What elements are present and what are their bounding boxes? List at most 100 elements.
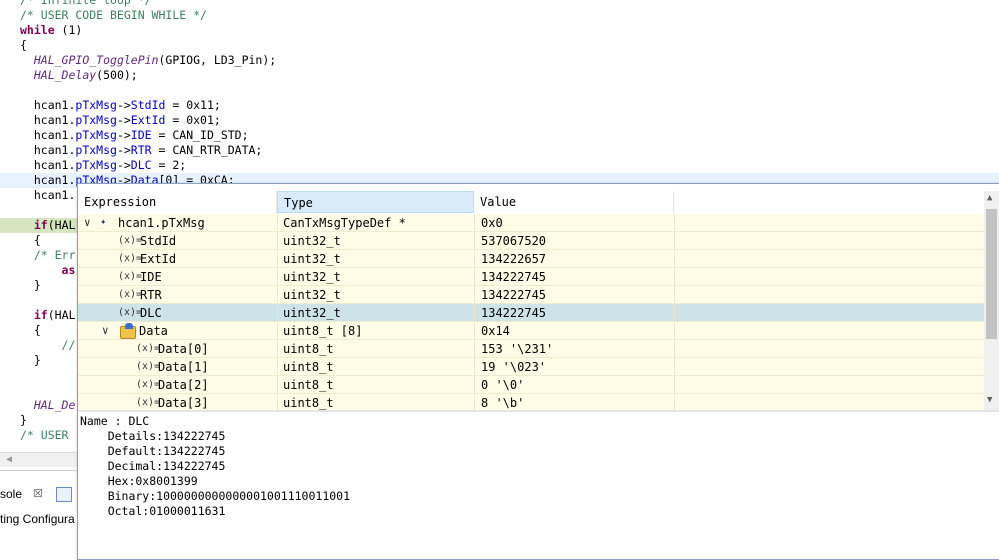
cell-expression: ∨ ➧ hcan1.pTxMsg — [78, 214, 277, 232]
code-line[interactable] — [0, 203, 20, 218]
expression-label: StdId — [140, 234, 177, 248]
code-line[interactable]: /* USER CODE BEGIN WHILE */ — [0, 8, 207, 23]
code-line-text: { — [20, 233, 41, 247]
code-line[interactable]: while (1) — [0, 23, 82, 38]
cell-type: uint8_t [8] — [277, 322, 474, 340]
code-line-text: if(HAL — [33, 218, 76, 232]
code-line[interactable]: /* Infinite loop */ — [0, 0, 152, 8]
tree-row[interactable]: (x)= Data[3] uint8_t 8 '\b' — [78, 394, 984, 410]
variable-icon: (x)= — [118, 235, 143, 246]
cell-type: uint8_t — [277, 394, 474, 410]
column-header-expression[interactable]: Expression — [78, 191, 277, 213]
variable-icon: (x)= — [118, 271, 143, 282]
code-line[interactable]: hcan1. — [0, 188, 76, 203]
expression-label: Data[1] — [158, 360, 209, 374]
tree-row[interactable]: (x)= Data[1] uint8_t 19 '\023' — [78, 358, 984, 376]
scrollbar-thumb[interactable] — [986, 209, 997, 339]
tree-row[interactable]: ∨ ➧ hcan1.pTxMsg CanTxMsgTypeDef * 0x0 — [78, 214, 984, 232]
cell-empty — [674, 304, 984, 322]
cell-expression: (x)= IDE — [78, 268, 277, 286]
cell-value[interactable]: 0x0 — [474, 214, 674, 232]
cell-value[interactable]: 134222657 — [474, 250, 674, 268]
code-line[interactable] — [0, 83, 20, 98]
cell-value[interactable]: 134222745 — [474, 268, 674, 286]
variable-icon: (x)= — [136, 397, 161, 408]
cell-value[interactable]: 134222745 — [474, 286, 674, 304]
cell-value[interactable]: 0 '\0' — [474, 376, 674, 394]
code-line[interactable]: hcan1.pTxMsg->RTR = CAN_RTR_DATA; — [0, 143, 263, 158]
chevron-down-icon[interactable]: ∨ — [84, 214, 91, 232]
popup-vertical-scrollbar[interactable]: ▲ ▼ — [984, 191, 999, 410]
code-line[interactable]: if(HAL — [0, 308, 76, 323]
code-line-text: /* Err — [20, 248, 76, 262]
variable-icon: (x)= — [118, 289, 143, 300]
tree-row[interactable]: (x)= StdId uint32_t 537067520 — [78, 232, 984, 250]
problems-view-icon[interactable] — [56, 487, 72, 502]
details-pane[interactable]: Name : DLC Details:134222745 Default:134… — [80, 414, 980, 554]
column-header-type[interactable]: Type — [277, 191, 474, 213]
code-line-text: as — [61, 263, 76, 277]
code-line[interactable]: HAL_De — [0, 398, 76, 413]
cell-empty — [674, 340, 984, 358]
code-line-text: hcan1.pTxMsg->StdId = 0x11; — [20, 98, 221, 112]
tree-row[interactable]: (x)= ExtId uint32_t 134222657 — [78, 250, 984, 268]
column-header-value[interactable]: Value — [474, 191, 674, 213]
details-divider[interactable] — [78, 410, 999, 412]
scroll-down-icon[interactable]: ▼ — [987, 395, 992, 405]
code-line[interactable] — [0, 293, 20, 308]
tree-row[interactable]: (x)= Data[2] uint8_t 0 '\0' — [78, 376, 984, 394]
tree-row[interactable]: (x)= IDE uint32_t 134222745 — [78, 268, 984, 286]
tree-row[interactable]: (x)= RTR uint32_t 134222745 — [78, 286, 984, 304]
cell-expression: (x)= ExtId — [78, 250, 277, 268]
code-line[interactable]: HAL_Delay(500); — [0, 68, 138, 83]
tab-console[interactable]: sole — [0, 487, 22, 505]
tree-row[interactable]: ∨ Data uint8_t [8] 0x14 — [78, 322, 984, 340]
cell-value[interactable]: 537067520 — [474, 232, 674, 250]
console-view: sole ☒ ting Configura — [0, 470, 78, 559]
cell-type: uint32_t — [277, 304, 474, 322]
code-line[interactable]: hcan1.pTxMsg->StdId = 0x11; — [0, 98, 221, 113]
code-line-text: { — [20, 323, 41, 337]
close-icon[interactable]: ☒ — [33, 487, 43, 500]
tree-row[interactable]: (x)= DLC uint32_t 134222745 — [78, 304, 984, 322]
array-icon — [120, 323, 136, 339]
cell-value[interactable]: 0x14 — [474, 322, 674, 340]
code-line[interactable]: } — [0, 353, 41, 368]
variable-icon: (x)= — [136, 343, 161, 354]
code-line[interactable]: } — [0, 413, 27, 428]
cell-value[interactable]: 153 '\231' — [474, 340, 674, 358]
code-line[interactable]: { — [0, 233, 41, 248]
cell-value[interactable]: 134222745 — [474, 304, 674, 322]
cell-value[interactable]: 8 '\b' — [474, 394, 674, 410]
code-line-text: /* USER CODE BEGIN WHILE */ — [20, 8, 207, 22]
code-line[interactable]: as — [0, 263, 76, 278]
code-line[interactable]: /* USER — [0, 428, 68, 443]
code-line[interactable]: { — [0, 323, 41, 338]
details-decimal: Decimal:134222745 — [80, 459, 226, 473]
expression-label: RTR — [140, 288, 162, 302]
variable-icon: (x)= — [136, 379, 161, 390]
code-line[interactable]: { — [0, 38, 27, 53]
code-line[interactable]: HAL_GPIO_TogglePin(GPIOG, LD3_Pin); — [0, 53, 276, 68]
scroll-up-icon[interactable]: ▲ — [987, 193, 992, 203]
code-line[interactable]: if(HAL — [0, 218, 78, 233]
expression-label: ExtId — [140, 252, 177, 266]
code-line[interactable]: // — [0, 338, 76, 353]
cell-empty — [674, 322, 984, 340]
editor-horizontal-scrollbar[interactable]: ◀ — [0, 452, 78, 467]
code-line[interactable] — [0, 383, 20, 398]
scroll-left-icon[interactable]: ◀ — [6, 454, 12, 465]
cell-value[interactable]: 19 '\023' — [474, 358, 674, 376]
code-line[interactable]: hcan1.pTxMsg->IDE = CAN_ID_STD; — [0, 128, 249, 143]
code-line[interactable]: } — [0, 278, 41, 293]
code-line[interactable] — [0, 368, 20, 383]
expression-tree-table[interactable]: Expression Type Value ∨ ➧ hcan1.pTxMsg CanT… — [78, 184, 984, 410]
cell-expression: (x)= Data[1] — [78, 358, 277, 376]
chevron-down-icon[interactable]: ∨ — [102, 322, 109, 340]
code-line[interactable]: /* Err — [0, 248, 76, 263]
column-header-empty — [674, 191, 984, 213]
code-line[interactable]: hcan1.pTxMsg->ExtId = 0x01; — [0, 113, 221, 128]
code-line[interactable]: hcan1.pTxMsg->DLC = 2; — [0, 158, 186, 173]
pointer-icon: ➧ — [100, 216, 107, 229]
tree-row[interactable]: (x)= Data[0] uint8_t 153 '\231' — [78, 340, 984, 358]
